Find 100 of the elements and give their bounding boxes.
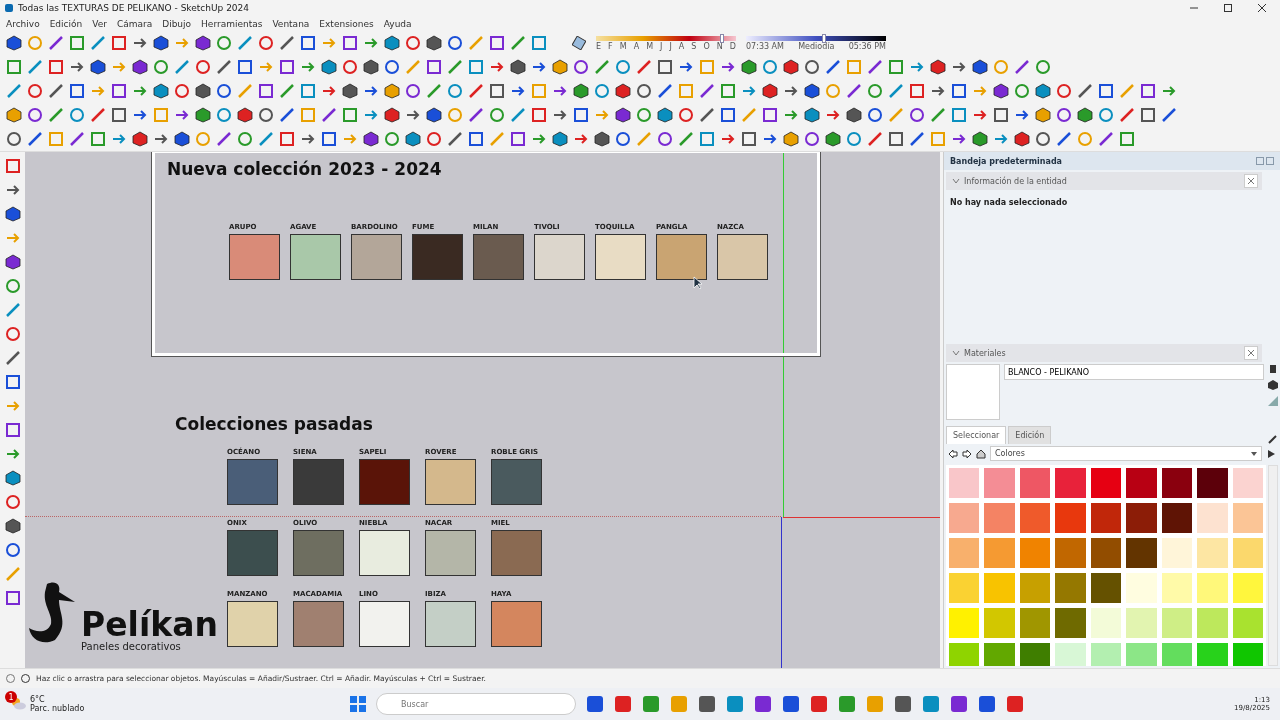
color-swatch[interactable] — [1197, 608, 1228, 638]
cube-icon[interactable] — [993, 83, 1009, 99]
line-icon[interactable] — [510, 35, 526, 51]
square-icon[interactable] — [90, 131, 106, 147]
cube-icon[interactable] — [1014, 131, 1030, 147]
circle-icon[interactable] — [1014, 83, 1030, 99]
square-icon[interactable] — [4, 374, 21, 390]
circle-icon[interactable] — [804, 59, 820, 75]
menu-item[interactable]: Ventana — [272, 18, 310, 29]
circle-icon[interactable] — [573, 59, 589, 75]
line-icon[interactable] — [867, 131, 883, 147]
menu-item[interactable]: Ver — [92, 18, 107, 29]
menu-item[interactable]: Archivo — [6, 18, 40, 29]
square-icon[interactable] — [279, 131, 295, 147]
circle-icon[interactable] — [1098, 107, 1114, 123]
circle-icon[interactable] — [1056, 83, 1072, 99]
color-swatch[interactable] — [1161, 608, 1193, 638]
cube-icon[interactable] — [405, 131, 421, 147]
circle-icon[interactable] — [405, 83, 421, 99]
color-swatch[interactable] — [1055, 538, 1086, 568]
circle-icon[interactable] — [615, 59, 631, 75]
cube-icon[interactable] — [615, 107, 631, 123]
cube-icon[interactable] — [657, 107, 673, 123]
app-icon[interactable] — [950, 695, 968, 713]
square-icon[interactable] — [111, 83, 127, 99]
cube-icon[interactable] — [4, 206, 21, 222]
color-swatch[interactable] — [1055, 608, 1086, 638]
color-swatch[interactable] — [1197, 503, 1228, 533]
details-arrow-icon[interactable] — [1266, 448, 1276, 459]
cube-icon[interactable] — [741, 59, 757, 75]
circle-icon[interactable] — [174, 83, 190, 99]
square-icon[interactable] — [258, 83, 274, 99]
line-icon[interactable] — [825, 59, 841, 75]
color-swatch[interactable] — [1161, 538, 1193, 568]
color-swatch[interactable] — [1019, 643, 1051, 666]
square-icon[interactable] — [1119, 131, 1135, 147]
cube-icon[interactable] — [804, 83, 820, 99]
line-icon[interactable] — [1077, 83, 1093, 99]
cube-icon[interactable] — [384, 35, 400, 51]
circle-icon[interactable] — [27, 107, 43, 123]
cube-icon[interactable] — [426, 35, 442, 51]
cube-icon[interactable] — [4, 470, 21, 486]
app-icon[interactable] — [614, 695, 632, 713]
line-icon[interactable] — [909, 131, 925, 147]
square-icon[interactable] — [657, 59, 673, 75]
color-swatch[interactable] — [949, 503, 980, 533]
line-icon[interactable] — [699, 83, 715, 99]
eyedropper-icon[interactable] — [1268, 434, 1278, 444]
cube-icon[interactable] — [1035, 107, 1051, 123]
square-icon[interactable] — [1140, 83, 1156, 99]
cube-icon[interactable] — [972, 131, 988, 147]
circle-icon[interactable] — [153, 59, 169, 75]
circle-icon[interactable] — [615, 131, 631, 147]
color-swatch[interactable] — [1126, 608, 1157, 638]
panel-tab[interactable]: Seleccionar — [946, 426, 1007, 444]
line-icon[interactable] — [48, 35, 64, 51]
color-swatch[interactable] — [1126, 468, 1157, 498]
line-icon[interactable] — [1161, 107, 1177, 123]
line-icon[interactable] — [594, 59, 610, 75]
line-icon[interactable] — [321, 107, 337, 123]
close-button[interactable] — [1244, 174, 1258, 188]
circle-icon[interactable] — [447, 35, 463, 51]
collection-dropdown[interactable]: Colores — [990, 446, 1262, 461]
square-icon[interactable] — [573, 107, 589, 123]
cube-icon[interactable] — [132, 131, 148, 147]
color-swatch[interactable] — [1090, 468, 1122, 498]
line-icon[interactable] — [27, 131, 43, 147]
circle-icon[interactable] — [909, 107, 925, 123]
color-swatch[interactable] — [984, 503, 1015, 533]
color-swatch[interactable] — [1055, 503, 1086, 533]
cube-icon[interactable] — [804, 107, 820, 123]
color-swatch[interactable] — [1197, 538, 1228, 568]
cube-icon[interactable] — [195, 107, 211, 123]
line-icon[interactable] — [846, 83, 862, 99]
cube-icon[interactable] — [237, 107, 253, 123]
cube-icon[interactable] — [1268, 380, 1278, 390]
app-icon[interactable] — [810, 695, 828, 713]
circle-icon[interactable] — [594, 83, 610, 99]
app-icon[interactable] — [978, 695, 996, 713]
color-swatch[interactable] — [949, 573, 980, 603]
color-swatch[interactable] — [1019, 573, 1051, 603]
color-swatch[interactable] — [1090, 643, 1122, 666]
line-icon[interactable] — [426, 83, 442, 99]
color-swatch[interactable] — [984, 643, 1015, 666]
color-swatch[interactable] — [1232, 573, 1263, 603]
circle-icon[interactable] — [342, 59, 358, 75]
square-icon[interactable] — [342, 35, 358, 51]
color-swatch[interactable] — [1090, 503, 1122, 533]
line-icon[interactable] — [867, 59, 883, 75]
square-icon[interactable] — [426, 59, 442, 75]
cube-icon[interactable] — [321, 59, 337, 75]
square-icon[interactable] — [1098, 83, 1114, 99]
color-swatch[interactable] — [1090, 573, 1122, 603]
color-swatch[interactable] — [1232, 643, 1263, 666]
square-icon[interactable] — [993, 107, 1009, 123]
maximize-icon[interactable] — [1224, 4, 1232, 12]
line-icon[interactable] — [279, 83, 295, 99]
square-icon[interactable] — [531, 35, 547, 51]
color-swatch[interactable] — [1161, 468, 1193, 498]
app-icon[interactable] — [894, 695, 912, 713]
